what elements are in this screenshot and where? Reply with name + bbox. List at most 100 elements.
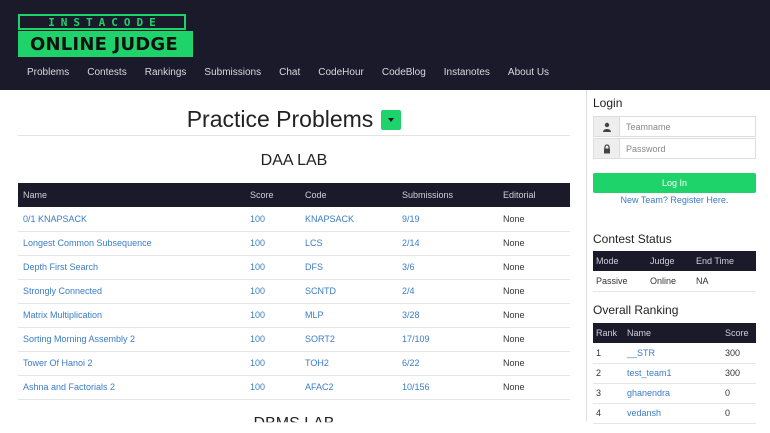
problem-submissions-link[interactable]: 3/28 [402,310,420,320]
problem-submissions-link[interactable]: 3/6 [402,262,415,272]
contest-judge: Online [647,271,693,292]
table-row: Depth First Search 100 DFS 3/6 None [18,255,570,280]
problem-code-link[interactable]: MLP [305,310,324,320]
problem-submissions-link[interactable]: 10/156 [402,382,430,392]
ranking-table: Rank Name Score 1 __STR 300 2 test_team1… [593,323,756,424]
ranking-col-rank: Rank [593,323,624,343]
table-row: Strongly Connected 100 SCNTD 2/4 None [18,279,570,304]
sidebar: Login Log In New Team? Register Here. Co… [586,90,770,424]
problem-score[interactable]: 100 [250,286,265,296]
caret-down-icon [388,118,395,122]
ranking-score: 0 [722,383,756,404]
problem-submissions-link[interactable]: 6/22 [402,358,420,368]
contest-status-heading: Contest Status [593,232,672,246]
table-row: 0/1 KNAPSACK 100 KNAPSACK 9/19 None [18,207,570,232]
problem-editorial: None [498,327,570,352]
ranking-col-name: Name [624,323,722,343]
nav-chat[interactable]: Chat [270,66,309,80]
problem-code-link[interactable]: TOH2 [305,358,329,368]
nav-codehour[interactable]: CodeHour [309,66,373,80]
problem-name-link[interactable]: Sorting Morning Assembly 2 [23,334,135,344]
column-header-name: Name [18,183,245,207]
ranking-score: 300 [722,343,756,364]
problem-score[interactable]: 100 [250,238,265,248]
section-title: DAA LAB [260,152,328,169]
column-header-score: Score [245,183,300,207]
problem-code-link[interactable]: AFAC2 [305,382,334,392]
category-dropdown-button[interactable] [381,110,402,130]
column-header-submissions: Submissions [397,183,498,207]
problem-submissions-link[interactable]: 2/4 [402,286,415,296]
next-section-title: DBMS LAB [253,415,335,432]
page-title: Practice Problems [186,105,374,132]
login-button[interactable]: Log In [593,173,756,193]
problem-code-link[interactable]: LCS [305,238,323,248]
teamname-input[interactable] [620,117,755,136]
table-row: Longest Common Subsequence 100 LCS 2/14 … [18,231,570,256]
teamname-field [593,116,756,137]
ranking-team-link[interactable]: ghanendra [627,388,670,398]
problem-score[interactable]: 100 [250,382,265,392]
problem-score[interactable]: 100 [250,334,265,344]
column-header-code: Code [300,183,397,207]
problem-score[interactable]: 100 [250,262,265,272]
nav-submissions[interactable]: Submissions [195,66,270,80]
problem-code-link[interactable]: KNAPSACK [305,214,354,224]
ranking-rank: 2 [593,363,624,384]
problem-name-link[interactable]: Strongly Connected [23,286,102,296]
problem-score[interactable]: 100 [250,310,265,320]
password-field [593,138,756,159]
problem-submissions-link[interactable]: 9/19 [402,214,420,224]
nav-about-us[interactable]: About Us [499,66,558,80]
problem-code-link[interactable]: SCNTD [305,286,336,296]
table-row: Tower Of Hanoi 2 100 TOH2 6/22 None [18,351,570,376]
register-link[interactable]: New Team? Register Here. [593,195,756,205]
ranking-team-link[interactable]: vedansh [627,408,661,418]
problem-editorial: None [498,207,570,232]
problem-score[interactable]: 100 [250,214,265,224]
table-row: Matrix Multiplication 100 MLP 3/28 None [18,303,570,328]
ranking-rank: 4 [593,403,624,424]
problem-editorial: None [498,375,570,400]
nav-rankings[interactable]: Rankings [136,66,196,80]
logo-online-judge[interactable]: ONLINE JUDGE [18,31,193,57]
problems-table: Name Score Code Submissions Editorial 0/… [18,183,570,400]
problem-editorial: None [498,255,570,280]
contest-header-row: Mode Judge End Time [593,251,756,271]
problem-editorial: None [498,303,570,328]
ranking-team-link[interactable]: __STR [627,348,655,358]
problem-name-link[interactable]: Ashna and Factorials 2 [23,382,115,392]
table-row: Sorting Morning Assembly 2 100 SORT2 17/… [18,327,570,352]
ranking-header-row: Rank Name Score [593,323,756,343]
nav-problems[interactable]: Problems [18,66,78,80]
ranking-rank: 1 [593,343,624,364]
problem-submissions-link[interactable]: 17/109 [402,334,430,344]
ranking-score: 0 [722,403,756,424]
problem-name-link[interactable]: Depth First Search [23,262,98,272]
login-heading: Login [593,96,623,110]
problem-score[interactable]: 100 [250,358,265,368]
contest-end-time: NA [693,271,756,292]
contest-row: Passive Online NA [593,271,756,292]
problem-name-link[interactable]: Matrix Multiplication [23,310,102,320]
problem-editorial: None [498,231,570,256]
lock-icon [594,139,620,158]
problem-code-link[interactable]: SORT2 [305,334,335,344]
problem-editorial: None [498,351,570,376]
problem-name-link[interactable]: 0/1 KNAPSACK [23,214,87,224]
nav-codeblog[interactable]: CodeBlog [373,66,435,80]
overall-ranking-heading: Overall Ranking [593,303,679,317]
column-header-editorial: Editorial [498,183,570,207]
problem-name-link[interactable]: Tower Of Hanoi 2 [23,358,93,368]
nav-instanotes[interactable]: Instanotes [435,66,499,80]
logo-instacode[interactable]: INSTACODE [18,14,186,30]
problem-editorial: None [498,279,570,304]
password-input[interactable] [620,139,755,158]
problem-submissions-link[interactable]: 2/14 [402,238,420,248]
ranking-team-link[interactable]: test_team1 [627,368,672,378]
problem-code-link[interactable]: DFS [305,262,323,272]
problem-name-link[interactable]: Longest Common Subsequence [23,238,152,248]
contest-col-mode: Mode [593,251,647,271]
ranking-row: 2 test_team1 300 [593,363,756,384]
nav-contests[interactable]: Contests [78,66,135,80]
